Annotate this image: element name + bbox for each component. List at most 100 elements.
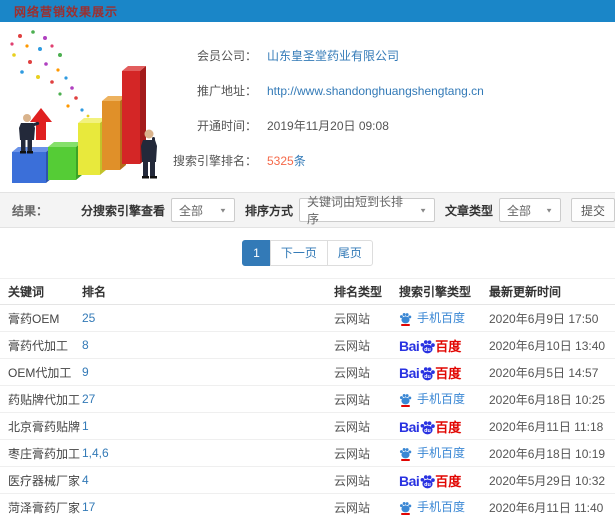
rank-type-cell: 云网站	[334, 365, 371, 380]
sort-select[interactable]: 关键词由短到长排序 ▼	[298, 195, 435, 226]
table-row: 医疗器械厂家 4 云网站 Bai du 百度 2020年5月29日 10:32	[0, 466, 615, 494]
baidu-logo: Bai du 百度	[399, 471, 462, 491]
company-link[interactable]: 山东皇圣堂药业有限公司	[267, 47, 399, 64]
keyword-cell: 北京膏药贴牌	[8, 419, 80, 434]
sort-filter-label: 排序方式	[244, 203, 293, 218]
rank-count-value: 5325条	[267, 152, 306, 169]
keyword-cell: 菏泽膏药厂家	[8, 500, 80, 515]
table-row: 菏泽膏药厂家 17 云网站 du	[0, 493, 615, 520]
article-type-select[interactable]: 全部 ▼	[499, 198, 561, 222]
summary-section: 会员公司： 山东皇圣堂药业有限公司 推广地址： http://www.shand…	[0, 22, 615, 192]
baidu-logo-bai: Bai	[399, 365, 420, 381]
marketing-graphic	[0, 22, 185, 192]
updated-cell: 2020年6月5日 14:57	[489, 365, 599, 380]
rank-count-suffix: 条	[293, 154, 306, 168]
rank-link[interactable]: 4	[82, 473, 89, 487]
updated-cell: 2020年6月11日 11:18	[489, 419, 604, 434]
header-keyword: 关键词	[0, 278, 80, 305]
mobile-baidu-label: 手机百度	[417, 500, 466, 515]
baidu-logo-bai: Bai	[399, 419, 420, 435]
updated-cell: 2020年6月18日 10:19	[489, 446, 606, 461]
mobile-baidu-logo: 手机百度	[399, 390, 465, 407]
rank-type-cell: 云网站	[334, 419, 371, 434]
result-label: 结果：	[12, 203, 49, 218]
results-table-body: 膏药OEM 25 云网站 du	[0, 304, 615, 520]
chevron-down-icon: ▼	[219, 206, 227, 214]
svg-text:du: du	[424, 428, 431, 434]
chevron-down-icon: ▼	[545, 206, 553, 214]
paw-icon: du	[419, 339, 436, 356]
info-row-url: 推广地址： http://www.shandonghuangshengtang.…	[185, 77, 615, 104]
mobile-paw-icon	[399, 312, 412, 326]
confetti	[10, 30, 90, 118]
mobile-paw-icon	[399, 501, 412, 515]
promo-url-link[interactable]: http://www.shandonghuangshengtang.cn	[267, 84, 484, 98]
article-type-value: 全部	[507, 203, 532, 218]
sort-select-value: 关键词由短到长排序	[306, 195, 403, 226]
baidu-logo-cn: 百度	[435, 474, 462, 489]
svg-text:du: du	[424, 347, 431, 353]
results-table-header-row: 关键词 排名 排名类型 搜索引擎类型 最新更新时间	[0, 278, 615, 305]
header-rank: 排名	[80, 278, 332, 305]
bar-chart-graphic	[10, 30, 157, 183]
rank-link[interactable]: 27	[82, 392, 95, 406]
baidu-logo: Bai du 百度	[399, 417, 461, 437]
page-button-last[interactable]: 尾页	[326, 240, 373, 266]
table-row: 北京膏药贴牌 1 云网站 Bai du 百度 2020年6月11日 11:18	[0, 412, 615, 440]
rank-type-cell: 云网站	[334, 392, 371, 407]
paw-icon: du	[419, 420, 436, 437]
rank-type-cell: 云网站	[334, 500, 371, 515]
info-row-open-time: 开通时间： 2019年11月20日 09:08	[185, 112, 615, 139]
rank-link[interactable]: 1,4,6	[82, 446, 109, 460]
page-button-current[interactable]: 1	[242, 240, 271, 266]
engine-filter-label: 分搜索引擎查看	[80, 203, 165, 218]
engine-select[interactable]: 全部 ▼	[170, 198, 235, 222]
svg-text:du: du	[424, 482, 431, 488]
rank-link[interactable]: 8	[82, 338, 89, 352]
promo-url-label: 推广地址：	[196, 84, 257, 98]
keyword-cell: OEM代加工	[8, 365, 72, 380]
mobile-paw-icon	[399, 447, 412, 461]
page-title: 网络营销效果展示	[14, 4, 119, 19]
pagination-zone: 1 下一页 尾页	[0, 228, 615, 278]
rank-link[interactable]: 9	[82, 365, 89, 379]
updated-cell: 2020年6月10日 13:40	[489, 338, 606, 353]
rank-type-cell: 云网站	[334, 311, 371, 326]
baidu-logo-bai: Bai	[399, 338, 420, 354]
chevron-down-icon: ▼	[419, 206, 427, 214]
table-row: 药贴牌代加工 27 云网站 du	[0, 385, 615, 413]
rank-link[interactable]: 25	[82, 311, 95, 325]
updated-cell: 2020年6月9日 17:50	[489, 311, 599, 326]
filter-controls: 分搜索引擎查看 全部 ▼ 排序方式 关键词由短到长排序 ▼ 文章类型 全部 ▼ …	[71, 195, 615, 226]
baidu-logo-cn: 百度	[435, 366, 462, 381]
page-button-next[interactable]: 下一页	[269, 240, 328, 266]
table-row: OEM代加工 9 云网站 Bai du 百度 2020年6月5日 14:57	[0, 358, 615, 386]
mobile-baidu-label: 手机百度	[417, 311, 466, 326]
info-row-company: 会员公司： 山东皇圣堂药业有限公司	[185, 42, 615, 69]
filter-bar: 结果： 分搜索引擎查看 全部 ▼ 排序方式 关键词由短到长排序 ▼ 文章类型 全…	[0, 192, 615, 228]
header-bar: 网络营销效果展示	[0, 0, 615, 22]
mobile-baidu-label: 手机百度	[417, 446, 466, 461]
member-info: 会员公司： 山东皇圣堂药业有限公司 推广地址： http://www.shand…	[173, 22, 615, 192]
rank-type-cell: 云网站	[334, 473, 371, 488]
mobile-baidu-logo: 手机百度	[399, 309, 465, 326]
rank-link[interactable]: 17	[82, 500, 95, 514]
keyword-cell: 膏药OEM	[8, 311, 60, 326]
keyword-cell: 膏药代加工	[8, 338, 69, 353]
rank-type-cell: 云网站	[334, 338, 371, 353]
baidu-logo: Bai du 百度	[399, 336, 462, 356]
mobile-paw-icon	[399, 393, 412, 407]
company-label: 会员公司：	[196, 49, 257, 63]
results-table: 关键词 排名 排名类型 搜索引擎类型 最新更新时间 膏药OEM 25 云网站 手…	[0, 278, 615, 520]
keyword-cell: 枣庄膏药加工	[8, 446, 80, 461]
article-type-label: 文章类型	[444, 203, 493, 218]
rank-link[interactable]: 1	[82, 419, 89, 433]
header-rank-type: 排名类型	[332, 278, 397, 305]
paw-icon: du	[419, 474, 436, 491]
pagination: 1 下一页 尾页	[242, 240, 373, 266]
rank-count-number: 5325	[267, 154, 294, 168]
svg-text:du: du	[424, 374, 431, 380]
engine-select-value: 全部	[178, 203, 203, 218]
baidu-logo-cn: 百度	[435, 339, 462, 354]
submit-button[interactable]: 提交	[571, 198, 615, 222]
